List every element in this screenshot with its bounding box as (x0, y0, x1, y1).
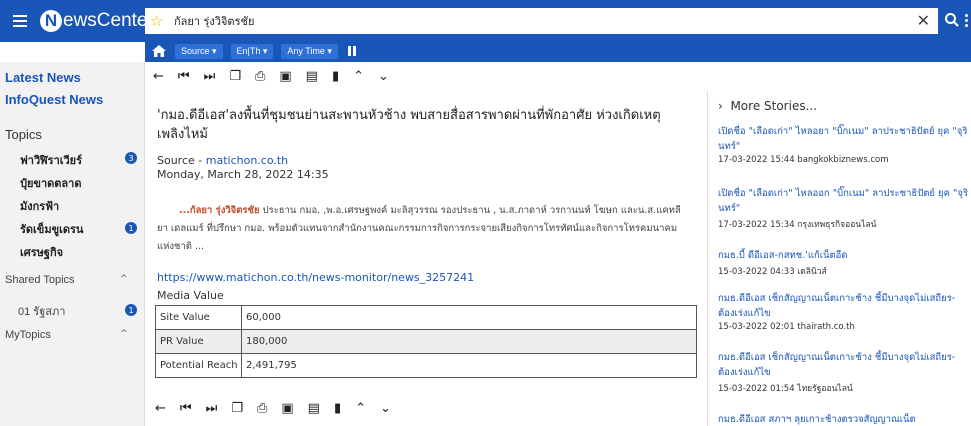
back-icon[interactable]: ← (153, 70, 164, 83)
more-options-icon[interactable] (965, 14, 968, 27)
sidebar-topic[interactable]: ปุ๋ยขาดตลาด (20, 174, 81, 192)
table-cell-value: 2,491,795 (241, 353, 697, 378)
article-url[interactable]: https://www.matichon.co.th/news-monitor/… (157, 271, 474, 284)
list-item[interactable]: กมธ.ดีอีเอส เช็กสัญญาณเน็ตเกาะช้าง ชี้มี… (718, 350, 968, 395)
app-logo[interactable]: N ewsCenter (40, 10, 154, 32)
story-title[interactable]: กมธ.ดีอีเอส เช็กสัญญาณเน็ตเกาะช้าง ชี้มี… (718, 291, 968, 321)
mytopics-heading[interactable]: MyTopics (5, 329, 51, 341)
more-stories-panel: › More Stories... เปิดชื่อ "เลือดเก่า" ไ… (707, 91, 971, 426)
bookmark-icon[interactable]: ▮ (332, 70, 339, 83)
table-cell-value: 60,000 (241, 305, 697, 330)
search-highlight: ...กัลยา รุ่งวิจิตรชัย (179, 205, 260, 216)
story-title[interactable]: กมธ.ดีอีเอส เช็กสัญญาณเน็ตเกาะช้าง ชี้มี… (718, 350, 968, 380)
media-value-table: Site Value 60,000 PR Value 180,000 Poten… (155, 305, 697, 378)
chevron-up-icon[interactable]: ⌃ (353, 70, 364, 83)
count-badge: 1 (125, 304, 137, 316)
image-icon[interactable]: ▤ (306, 70, 318, 83)
list-item[interactable]: เปิดชื่อ "เลือดเก่า" ไหลอยา "บิ๊กเนม" ลา… (718, 124, 968, 165)
print-icon[interactable]: ⎙ (257, 402, 267, 415)
filter-bar: Source ▾ En|Th ▾ Any Time ▾ (145, 40, 971, 62)
chevron-down-icon[interactable]: ⌄ (378, 70, 389, 83)
shared-topic-item[interactable]: 01 รัฐสภา (18, 302, 65, 320)
sidebar: Latest News InfoQuest News Topics ฟาวิฬิ… (0, 62, 145, 426)
print-icon[interactable]: ⎙ (255, 70, 265, 83)
list-item[interactable]: กมธ.ดีอีเอส สภาฯ ลุยเกาะช้างตรวจสัญญาณเน… (718, 412, 968, 426)
table-row: PR Value 180,000 (155, 329, 697, 354)
story-meta: 15-03-2022 01:54 ไทยรัฐออนไลน์ (718, 384, 853, 394)
more-stories-heading: › More Stories... (718, 99, 817, 113)
last-icon[interactable]: ⏭ (206, 402, 218, 415)
chevron-up-icon[interactable]: ^ (120, 274, 128, 284)
table-cell-label: Site Value (155, 305, 242, 330)
language-dropdown[interactable]: En|Th ▾ (230, 43, 274, 59)
shared-topics-heading[interactable]: Shared Topics (5, 274, 75, 286)
save-icon[interactable]: ▣ (279, 70, 291, 83)
chevron-right-icon: › (718, 99, 723, 113)
article-title: 'กมอ.ดีอีเอส'ลงพื้นที่ชุมชนย่านสะพานหัวช… (157, 108, 661, 142)
time-dropdown[interactable]: Any Time ▾ (281, 43, 338, 59)
copy-icon[interactable]: ❐ (229, 70, 241, 83)
chevron-down-icon[interactable]: ⌄ (380, 402, 391, 415)
sidebar-item-infoquest-news[interactable]: InfoQuest News (5, 92, 103, 107)
save-icon[interactable]: ▣ (281, 402, 293, 415)
search-bar: ☆ ✕ (145, 8, 938, 34)
table-cell-label: Potential Reach (155, 353, 242, 378)
home-icon[interactable] (151, 44, 167, 58)
sidebar-topic[interactable]: มังกรฟ้า (20, 197, 59, 215)
source-label: Source - (157, 154, 206, 167)
media-value-label: Media Value (157, 289, 224, 302)
chevron-up-icon[interactable]: ^ (120, 329, 128, 339)
article-toolbar: ← ⏮ ⏭ ❐ ⎙ ▣ ▤ ▮ ⌃ ⌄ (145, 66, 389, 86)
story-meta: 17-03-2022 15:34 กรุงเทพธุรกิจออนไลน์ (718, 220, 877, 230)
count-badge: 1 (125, 222, 137, 234)
list-item[interactable]: กมธ.ดีอีเอส เช็กสัญญาณเน็ตเกาะช้าง ชี้มี… (718, 291, 968, 332)
story-meta: 15-03-2022 04:33 เดลินิวส์ (718, 267, 827, 277)
list-item[interactable]: กมธ.บี้ ดีอีเอส-กสทช.'แก้เน็ตอืด 15-03-2… (718, 248, 968, 278)
count-badge: 3 (125, 152, 137, 164)
article-panel: 'กมอ.ดีอีเอส'ลงพื้นที่ชุมชนย่านสะพานหัวช… (145, 86, 698, 426)
sidebar-topic[interactable]: เศรษฐกิจ (20, 243, 63, 261)
list-item[interactable]: เปิดชื่อ "เลือดเก่า" ไหลออก "บิ๊กเนม" ลา… (718, 186, 968, 231)
search-input[interactable] (174, 10, 874, 32)
first-icon[interactable]: ⏮ (180, 402, 192, 415)
bookmark-icon[interactable]: ▮ (334, 402, 341, 415)
first-icon[interactable]: ⏮ (178, 70, 190, 83)
sidebar-topic[interactable]: รัดเข็มขูเดรน (20, 220, 83, 238)
table-row: Potential Reach 2,491,795 (155, 353, 697, 378)
article-date: Monday, March 28, 2022 14:35 (157, 168, 329, 181)
image-icon[interactable]: ▤ (308, 402, 320, 415)
sidebar-item-latest-news[interactable]: Latest News (5, 70, 81, 85)
source-dropdown[interactable]: Source ▾ (175, 43, 223, 59)
article-body: ...กัลยา รุ่งวิจิตรชัย ประธาน กมอ. ,พ.อ.… (157, 202, 687, 256)
search-icon[interactable] (944, 12, 960, 28)
clear-icon[interactable]: ✕ (917, 11, 930, 30)
story-title[interactable]: เปิดชื่อ "เลือดเก่า" ไหลออก "บิ๊กเนม" ลา… (718, 186, 968, 216)
article-toolbar-bottom: ← ⏮ ⏭ ❐ ⎙ ▣ ▤ ▮ ⌃ ⌄ (155, 398, 391, 418)
topics-heading: Topics (5, 127, 42, 142)
table-cell-label: PR Value (155, 329, 242, 354)
menu-icon[interactable] (6, 0, 34, 42)
story-meta: 17-03-2022 15:44 bangkokbiznews.com (718, 155, 889, 165)
last-icon[interactable]: ⏭ (204, 70, 216, 83)
pause-icon[interactable] (347, 46, 356, 56)
logo-mark: N (40, 10, 62, 32)
copy-icon[interactable]: ❐ (231, 402, 243, 415)
star-icon[interactable]: ☆ (150, 12, 168, 30)
sidebar-topic[interactable]: ฟาวิฬิราเวียร์ (20, 151, 82, 169)
back-icon[interactable]: ← (155, 402, 166, 415)
source-link[interactable]: matichon.co.th (206, 154, 288, 167)
story-meta: 15-03-2022 02:01 thairath.co.th (718, 322, 855, 332)
story-title[interactable]: กมธ.บี้ ดีอีเอส-กสทช.'แก้เน็ตอืด (718, 248, 968, 263)
table-cell-value: 180,000 (241, 329, 697, 354)
story-title[interactable]: กมธ.ดีอีเอส สภาฯ ลุยเกาะช้างตรวจสัญญาณเน… (718, 412, 968, 426)
chevron-up-icon[interactable]: ⌃ (355, 402, 366, 415)
story-title[interactable]: เปิดชื่อ "เลือดเก่า" ไหลอยา "บิ๊กเนม" ลา… (718, 124, 968, 154)
app-name: ewsCenter (63, 10, 154, 31)
table-row: Site Value 60,000 (155, 305, 697, 330)
more-stories-label: More Stories... (730, 99, 818, 113)
article-source: Source - matichon.co.th (157, 154, 288, 167)
